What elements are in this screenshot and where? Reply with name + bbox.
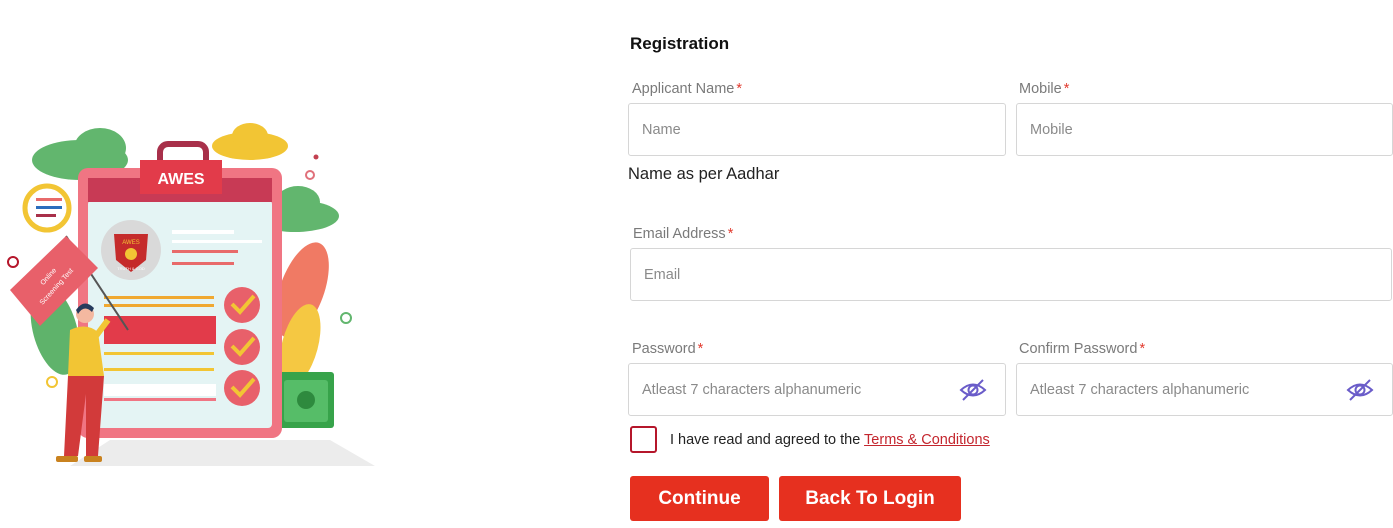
applicant-name-input[interactable] (629, 104, 1005, 155)
registration-illustration: AWES AWES TRUTH & GOD Online Screening T… (0, 110, 390, 480)
confirm-password-input[interactable] (1017, 364, 1392, 415)
check-icon (224, 370, 260, 406)
emblem-icon: AWES TRUTH & GOD (101, 220, 161, 280)
applicant-name-label: Applicant Name * (632, 81, 743, 97)
mobile-field (1016, 103, 1393, 156)
confirm-password-label: Confirm Password * (1019, 341, 1146, 357)
continue-button[interactable]: Continue (630, 476, 769, 521)
mobile-label: Mobile * (1019, 81, 1070, 97)
page-title: Registration (630, 34, 730, 53)
svg-text:AWES: AWES (122, 240, 139, 246)
email-label: Email Address * (633, 226, 734, 242)
password-field (628, 363, 1006, 416)
agreement-text: I have read and agreed to the Terms & Co… (670, 432, 990, 448)
check-icon (224, 287, 260, 323)
svg-text:TRUTH & GOD: TRUTH & GOD (117, 266, 145, 271)
password-label: Password * (632, 341, 704, 357)
email-field (630, 248, 1392, 301)
password-input[interactable] (629, 364, 1005, 415)
registration-form: Registration Applicant Name* Mobile* Nam… (628, 0, 1393, 528)
terms-checkbox[interactable] (630, 426, 657, 453)
terms-link[interactable]: Terms & Conditions (864, 432, 990, 448)
check-icon (224, 329, 260, 365)
eye-slash-icon[interactable] (959, 378, 987, 402)
name-hint: Name as per Aadhar (628, 165, 780, 183)
awes-badge-text: AWES (157, 171, 204, 188)
back-to-login-button[interactable]: Back To Login (779, 476, 961, 521)
applicant-name-field (628, 103, 1006, 156)
eye-slash-icon[interactable] (1346, 378, 1374, 402)
mobile-input[interactable] (1017, 104, 1392, 155)
confirm-password-field (1016, 363, 1393, 416)
email-input[interactable] (631, 249, 1391, 300)
clipboard-illustration: AWES AWES TRUTH & GOD Online Screening T… (7, 123, 375, 466)
